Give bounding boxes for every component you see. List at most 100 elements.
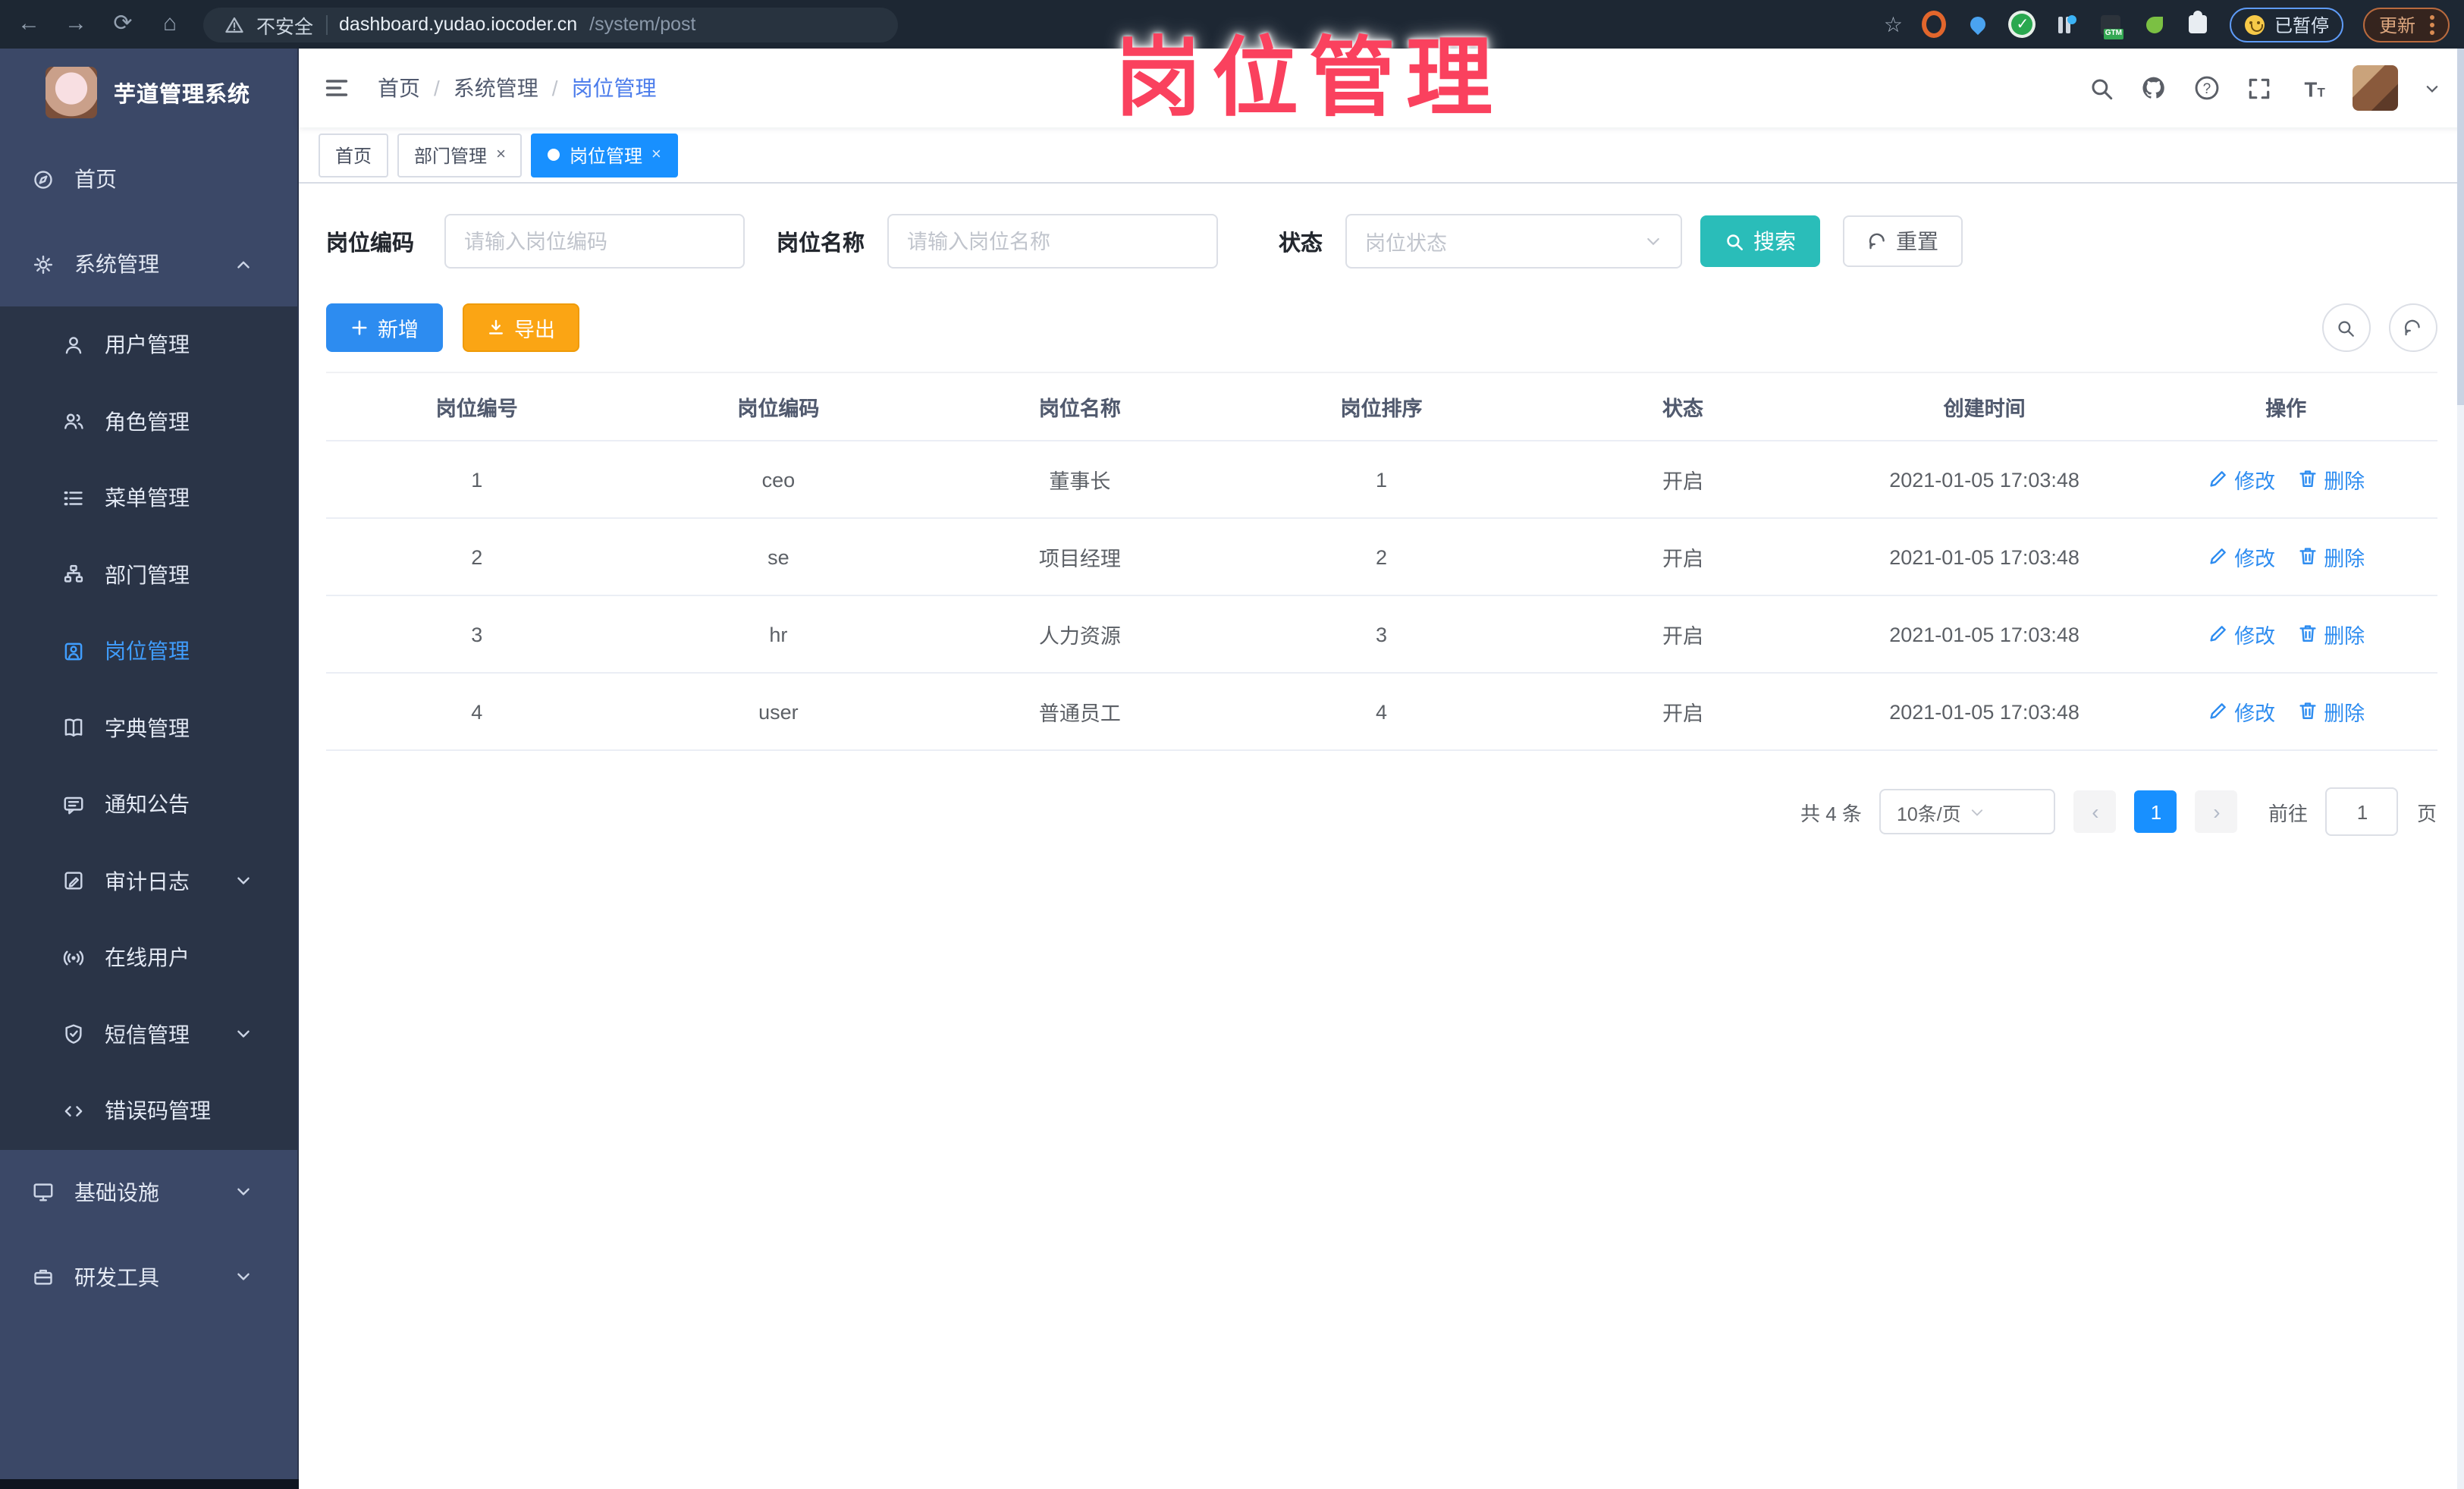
sidebar-nav: 首页 系统管理 用户管理 角色管理 菜单管理 部门管理岗位管理字典管理 通知公告 审计日志在线… [0,137,297,1319]
column-header: 操作 [2135,372,2437,441]
post-code-input[interactable] [444,214,745,269]
breadcrumb-item[interactable]: 首页 [378,73,420,103]
sidebar-item-notice[interactable]: 通知公告 [0,766,297,843]
sidebar-item-system-management[interactable]: 系统管理 [0,221,297,306]
url-host: dashboard.yudao.iocoder.cn [339,14,578,35]
tab-部门管理[interactable]: 部门管理 × [397,133,523,177]
tab-close-icon[interactable]: × [496,146,506,164]
cell-code: user [627,673,930,751]
breadcrumb-separator: / [434,76,440,100]
sidebar-item-infrastructure[interactable]: 基础设施 [0,1149,297,1234]
cell-id: 1 [326,441,628,519]
font-size-icon[interactable]: TT [2297,75,2326,101]
avatar-caret-icon[interactable] [2423,80,2440,96]
sidebar-item-online-user[interactable]: 在线用户 [0,919,297,996]
tab-close-icon[interactable]: × [651,146,661,164]
help-icon[interactable]: ? [2192,74,2220,102]
edit-link[interactable]: 修改 [2207,542,2275,572]
sidebar-item-error-code[interactable]: 错误码管理 [0,1073,297,1149]
cell-created: 2021-01-05 17:03:48 [1833,595,2136,674]
prev-page-button[interactable]: ‹ [2073,790,2117,833]
breadcrumb-item[interactable]: 系统管理 [454,73,538,103]
extension-green-check-icon[interactable]: ✓ [2010,12,2035,36]
monitor-icon [32,1180,55,1203]
browser-reload-icon[interactable]: ⟳ [109,0,137,49]
download-icon [487,319,505,337]
cell-id: 4 [326,673,628,751]
chevron-down-icon [232,1265,255,1288]
tab-首页[interactable]: 首页 [319,133,389,177]
post-name-input[interactable] [887,214,1218,269]
tab-岗位管理[interactable]: 岗位管理 × [531,133,678,177]
user-avatar[interactable] [2352,65,2397,111]
extension-sliders-icon[interactable] [2054,12,2079,36]
sidebar-item-audit-log[interactable]: 审计日志 [0,843,297,919]
browser-back-icon[interactable]: ← [15,0,42,49]
fullscreen-icon[interactable] [2246,75,2271,101]
extension-orange-ring-icon[interactable] [1922,11,1947,38]
bookmark-star-icon[interactable]: ☆ [1884,11,1903,37]
sidebar-item-dept-management[interactable]: 部门管理 [0,536,297,613]
table-row: 1 ceo 董事长 1 开启 2021-01-05 17:03:48 修改 删除 [326,441,2437,519]
menulist-icon [62,487,85,510]
goto-page-input[interactable] [2325,787,2399,836]
search-button[interactable]: 搜索 [1700,215,1820,267]
add-button[interactable]: 新增 [326,303,443,352]
extension-gtm-icon[interactable]: GTM [2098,12,2123,39]
toggle-search-button[interactable] [2321,303,2370,352]
extension-blue-pin-icon[interactable] [1966,12,1991,36]
address-bar[interactable]: 不安全 dashboard.yudao.iocoder.cn/system/po… [203,7,898,42]
sidebar-toggle-button[interactable] [323,74,350,102]
sidebar-item-dict-management[interactable]: 字典管理 [0,690,297,766]
edit-link[interactable]: 修改 [2207,696,2275,727]
browser-forward-icon[interactable]: → [62,0,89,49]
export-button[interactable]: 导出 [463,303,579,352]
column-header: 岗位排序 [1230,372,1533,441]
sidebar-item-label: 在线用户 [105,945,190,970]
smiley-emoji-icon [2245,14,2265,34]
paused-badge[interactable]: 已暂停 [2230,7,2344,42]
page-unit-label: 页 [2416,802,2437,825]
extension-sprout-icon[interactable] [2142,12,2167,36]
breadcrumb-item: 岗位管理 [571,76,657,100]
tab-label: 岗位管理 [569,145,642,166]
delete-link[interactable]: 删除 [2296,542,2365,572]
sidebar-item-role-management[interactable]: 角色管理 [0,383,297,460]
overlay-annotation-title: 岗位管理 [1115,30,1503,127]
next-page-button[interactable]: › [2195,790,2238,833]
export-button-label: 导出 [514,319,555,341]
refresh-button[interactable] [2388,303,2437,352]
browser-menu-kebab-icon[interactable] [2429,14,2434,34]
search-icon[interactable] [2088,75,2114,101]
current-page-button[interactable]: 1 [2134,790,2177,833]
page-size-select[interactable]: 10条/页 [1879,789,2056,834]
cell-actions: 修改 删除 [2135,518,2437,596]
reset-button[interactable]: 重置 [1843,215,1963,267]
sidebar-item-dev-tools[interactable]: 研发工具 [0,1234,297,1319]
window-scrollbar-thumb[interactable] [2456,49,2464,405]
sidebar-item-label: 岗位管理 [105,639,190,664]
gear-icon [32,253,55,275]
edit-link[interactable]: 修改 [2207,464,2275,495]
cell-code: se [627,518,930,596]
sidebar-item-menu-management[interactable]: 菜单管理 [0,460,297,536]
pencil-icon [2207,623,2230,646]
tab-label: 首页 [335,145,372,166]
sidebar-item-home[interactable]: 首页 [0,137,297,221]
sidebar-item-user-management[interactable]: 用户管理 [0,306,297,383]
pencil-icon [2207,700,2230,723]
sidebar-item-sms-management[interactable]: 短信管理 [0,996,297,1073]
github-icon[interactable] [2139,74,2167,102]
chevron-up-icon [232,253,255,275]
browser-update-button[interactable]: 更新 [2363,7,2449,42]
delete-link[interactable]: 删除 [2296,464,2365,495]
delete-link[interactable]: 删除 [2296,696,2365,727]
extensions-puzzle-icon[interactable] [2186,11,2211,36]
security-label[interactable]: 不安全 [256,10,313,39]
delete-link[interactable]: 删除 [2296,619,2365,649]
browser-home-icon[interactable]: ⌂ [156,0,184,49]
status-select[interactable]: 岗位状态 [1345,214,1682,269]
edit-link[interactable]: 修改 [2207,619,2275,649]
sidebar-item-post-management[interactable]: 岗位管理 [0,613,297,690]
app-logo[interactable]: 芋道管理系统 [0,49,297,137]
